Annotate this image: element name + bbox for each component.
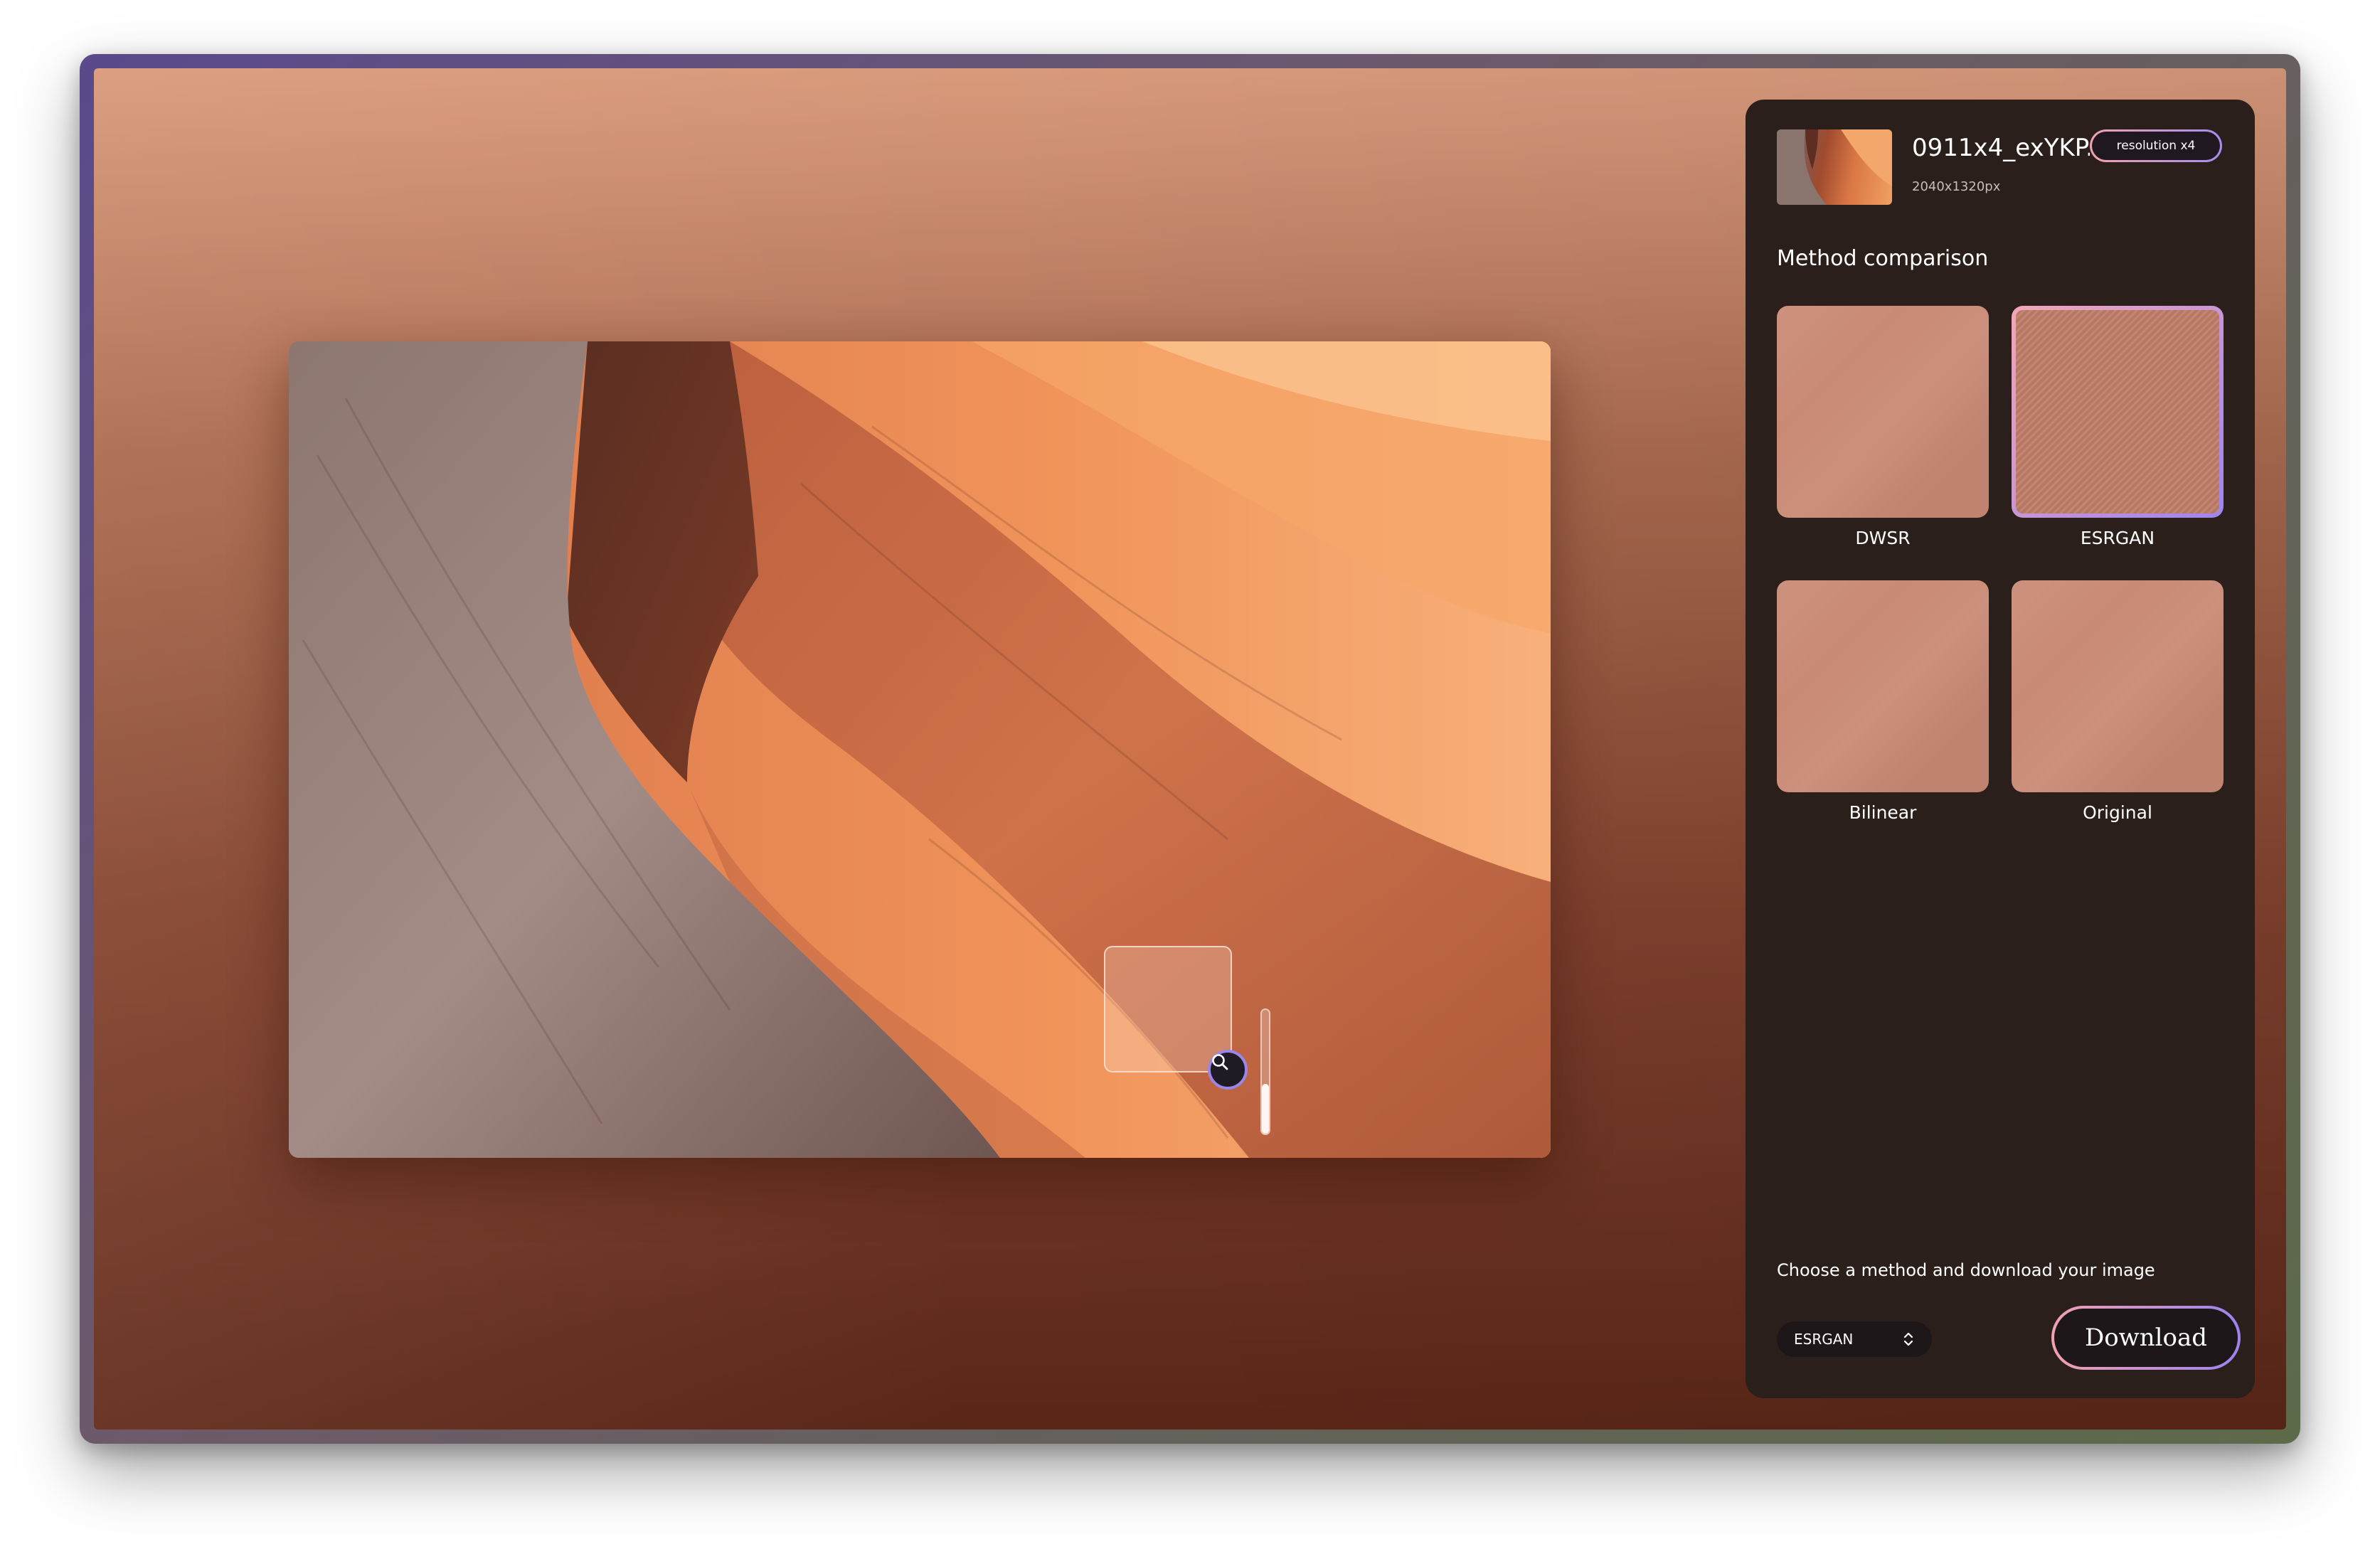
- image-thumbnail: [1777, 129, 1892, 205]
- method-preview: [1777, 580, 1989, 792]
- canyon-rock-illustration: [289, 341, 1551, 1158]
- method-label: ESRGAN: [2080, 528, 2155, 548]
- search-icon: [1212, 1054, 1228, 1070]
- method-option-dwsr[interactable]: DWSR: [1777, 306, 1989, 548]
- app-window: 0911x4_exYKP... 2040x1320px resolution x…: [94, 68, 2286, 1430]
- download-button[interactable]: Download: [2051, 1306, 2241, 1370]
- magnifier-handle[interactable]: [1208, 1050, 1248, 1090]
- method-preview: [1777, 306, 1989, 518]
- method-preview: [2012, 580, 2224, 792]
- side-panel: 0911x4_exYKP... 2040x1320px resolution x…: [1746, 100, 2255, 1398]
- method-label: Original: [2083, 802, 2152, 823]
- file-name: 0911x4_exYKP...: [1912, 134, 2090, 162]
- method-label: Bilinear: [1849, 802, 1917, 823]
- method-preview: [2012, 306, 2224, 518]
- method-option-original[interactable]: Original: [2012, 580, 2224, 823]
- section-title: Method comparison: [1777, 246, 1989, 271]
- method-label: DWSR: [1855, 528, 1911, 548]
- zoom-slider[interactable]: [1260, 1008, 1270, 1135]
- zoom-slider-fill: [1262, 1084, 1269, 1134]
- preview-image[interactable]: [289, 341, 1551, 1158]
- chevron-up-down-icon: [1903, 1332, 1913, 1346]
- resolution-badge-label: resolution x4: [2092, 132, 2220, 160]
- method-option-bilinear[interactable]: Bilinear: [1777, 580, 1989, 823]
- download-instructions: Choose a method and download your image: [1777, 1260, 2155, 1280]
- method-option-esrgan[interactable]: ESRGAN: [2012, 306, 2224, 548]
- method-select-value: ESRGAN: [1794, 1331, 1854, 1348]
- download-button-label: Download: [2054, 1309, 2238, 1367]
- method-select[interactable]: ESRGAN: [1777, 1321, 1932, 1357]
- resolution-badge: resolution x4: [2090, 129, 2222, 162]
- file-dimensions: 2040x1320px: [1912, 179, 2001, 194]
